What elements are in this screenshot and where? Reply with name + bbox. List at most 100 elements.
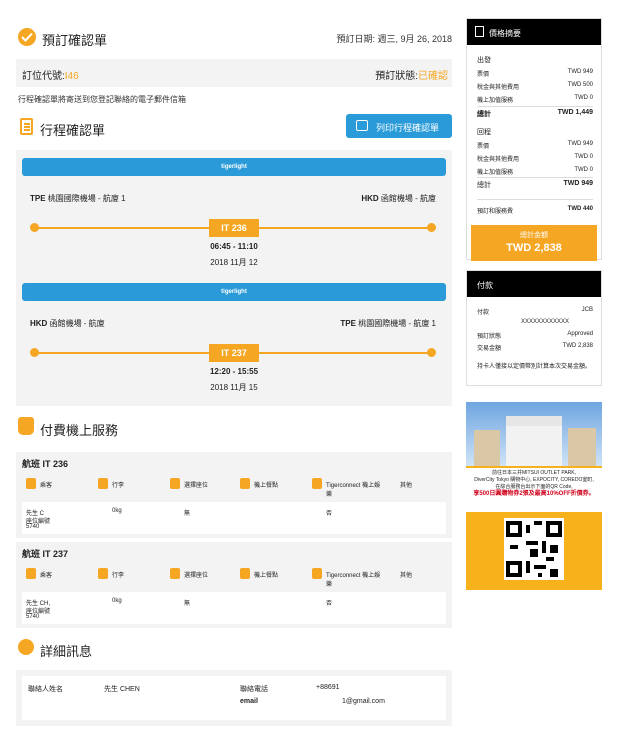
- grand-total: 總計金額 TWD 2,838: [471, 225, 597, 261]
- seat-value: 無: [184, 601, 191, 607]
- col-passenger: 乘客: [40, 483, 53, 489]
- service-flight-box: 航班 IT 236 乘客 行李 選擇座位 機上餐點 Tigerconnect 機…: [16, 452, 452, 538]
- summary-title: 價格摘要: [489, 29, 521, 38]
- destination-dot: [427, 348, 436, 357]
- seat-number: 5740: [26, 614, 40, 620]
- flight-panel: tigerlight TPE 桃園國際機場 - 航廈 1 HKD 函館機場 - …: [16, 150, 452, 406]
- promo-text: 前往日本三井MITSUI OUTLET PARK, DiverCity Toky…: [466, 468, 602, 512]
- flight-number-badge: IT 236: [209, 219, 259, 237]
- service-row: 先生 CH, 座位編號 5740 0kg 無 否: [22, 592, 446, 624]
- seat-value: 無: [184, 511, 191, 517]
- destination-code: TPE: [340, 319, 356, 328]
- origin-airport: 函館機場 - 航廈: [49, 319, 105, 328]
- details-title: 詳細訊息: [40, 644, 93, 659]
- col-entertainment: Tigerconnect 機上娛樂: [326, 573, 381, 588]
- pnr-code: I46: [64, 71, 79, 82]
- passenger-icon: [26, 478, 36, 489]
- origin-dot: [30, 348, 39, 357]
- col-entertainment: Tigerconnect 機上娛樂: [326, 483, 381, 498]
- airline-brand-bar: tigerlight: [22, 283, 446, 301]
- email-label: email: [240, 698, 258, 705]
- grand-total-label: 總計金額: [520, 232, 548, 239]
- destination-airport: 桃園國際機場 - 航廈 1: [358, 319, 436, 328]
- contact-name-value: 先生 CHEN: [104, 686, 140, 693]
- confirmation-header: 預訂確認單 預訂日期: 週三, 9月 26, 2018: [16, 28, 452, 50]
- flight-number-badge: IT 237: [209, 344, 259, 362]
- pnr-bar: 訂位代號:I46 預訂狀態:已確認: [16, 59, 452, 87]
- flight-date: 2018 11月 15: [210, 383, 258, 392]
- col-meal: 機上餐點: [254, 573, 279, 579]
- phone-label: 聯絡電話: [240, 686, 268, 693]
- service-flight-title: 航班 IT 237: [22, 549, 69, 559]
- service-bag-icon: [18, 417, 34, 435]
- printer-icon: [356, 120, 368, 131]
- origin-code: TPE: [30, 194, 46, 203]
- details-box: 聯絡人姓名 先生 CHEN 聯絡電話 +88691 email 1@gmail.…: [16, 670, 452, 726]
- origin-code: HKD: [30, 319, 48, 328]
- passenger-icon: [26, 568, 36, 579]
- payment-note: 持卡人僅接以定價幣別計算本次交易金額。: [477, 364, 592, 370]
- booking-date: 預訂日期: 週三, 9月 26, 2018: [336, 34, 452, 44]
- service-row: 先生 C 座位編號 5740 0kg 無 否: [22, 502, 446, 534]
- service-flight-title: 航班 IT 236: [22, 459, 69, 469]
- airline-brand-bar: tigerlight: [22, 158, 446, 176]
- entertainment-icon: [312, 478, 322, 489]
- baggage-value: 0kg: [112, 508, 122, 514]
- entertainment-icon: [312, 568, 322, 579]
- entertainment-value: 否: [326, 601, 333, 607]
- seat-icon: [170, 478, 180, 489]
- print-itinerary-button[interactable]: 列印行程確認單: [346, 114, 452, 138]
- itinerary-header: 行程確認單 列印行程確認單: [16, 114, 452, 142]
- entertainment-value: 否: [326, 511, 333, 517]
- details-icon: [18, 639, 34, 655]
- destination-code: HKD: [361, 194, 379, 203]
- col-passenger: 乘客: [40, 573, 53, 579]
- destination-airport: 函館機場 - 航廈: [380, 194, 436, 203]
- col-baggage: 行李: [112, 573, 125, 579]
- services-header: 付費機上服務: [16, 417, 452, 439]
- check-icon: [18, 28, 36, 46]
- email-note: 行程確認單將寄送到您登記聯絡的電子郵件信箱: [18, 95, 186, 104]
- seat-icon: [170, 568, 180, 579]
- payment-title: 付款: [477, 281, 493, 290]
- clipboard-icon: [20, 118, 33, 135]
- pnr-label: 訂位代號:: [22, 71, 65, 82]
- service-columns: 乘客 行李 選擇座位 機上餐點 Tigerconnect 機上娛樂 其他: [22, 474, 446, 498]
- email-value: 1@gmail.com: [342, 698, 385, 705]
- service-flight-box: 航班 IT 237 乘客 行李 選擇座位 機上餐點 Tigerconnect 機…: [16, 542, 452, 628]
- col-seat: 選擇座位: [184, 573, 209, 579]
- status-label: 預訂狀態:: [375, 71, 418, 82]
- services-title: 付費機上服務: [40, 423, 119, 438]
- col-other: 其他: [400, 483, 413, 489]
- destination-dot: [427, 223, 436, 232]
- baggage-icon: [98, 478, 108, 489]
- status-badge: 已確認: [418, 71, 448, 82]
- return-label: 回程: [477, 129, 491, 136]
- flight-time: 06:45 - 11:10: [210, 242, 258, 251]
- flight-time: 12:20 - 15:55: [209, 367, 259, 376]
- contact-name-label: 聯絡人姓名: [28, 686, 63, 693]
- phone-value: +88691: [316, 684, 340, 691]
- col-baggage: 行李: [112, 483, 125, 489]
- baggage-icon: [98, 568, 108, 579]
- document-icon: [475, 26, 484, 37]
- itinerary-title: 行程確認單: [40, 123, 106, 138]
- service-columns: 乘客 行李 選擇座位 機上餐點 Tigerconnect 機上娛樂 其他: [22, 564, 446, 588]
- origin-airport: 桃園國際機場 - 航廈 1: [47, 194, 126, 203]
- details-header: 詳細訊息: [16, 639, 452, 661]
- origin-dot: [30, 223, 39, 232]
- col-meal: 機上餐點: [254, 483, 279, 489]
- flight-date: 2018 11月 12: [210, 258, 258, 267]
- promo-banner[interactable]: 前往日本三井MITSUI OUTLET PARK, DiverCity Toky…: [466, 402, 602, 590]
- page-title: 預訂確認單: [42, 33, 108, 48]
- print-label: 列印行程確認單: [376, 123, 440, 133]
- col-seat: 選擇座位: [184, 483, 209, 489]
- grand-total-value: TWD 2,838: [506, 242, 562, 254]
- price-summary: 價格摘要 出發 票價 TWD 949 稅金與其他費用 TWD 500 機上加值服務 T…: [466, 18, 602, 261]
- col-other: 其他: [400, 573, 413, 579]
- meal-icon: [240, 478, 250, 489]
- payment-box: 付款 付款 JCB XXXXXXXXXXXX 預訂狀態 Approved 交易金額 T…: [466, 270, 602, 386]
- seat-number: 5740: [26, 524, 40, 530]
- baggage-value: 0kg: [112, 598, 122, 604]
- outbound-label: 出發: [477, 57, 491, 64]
